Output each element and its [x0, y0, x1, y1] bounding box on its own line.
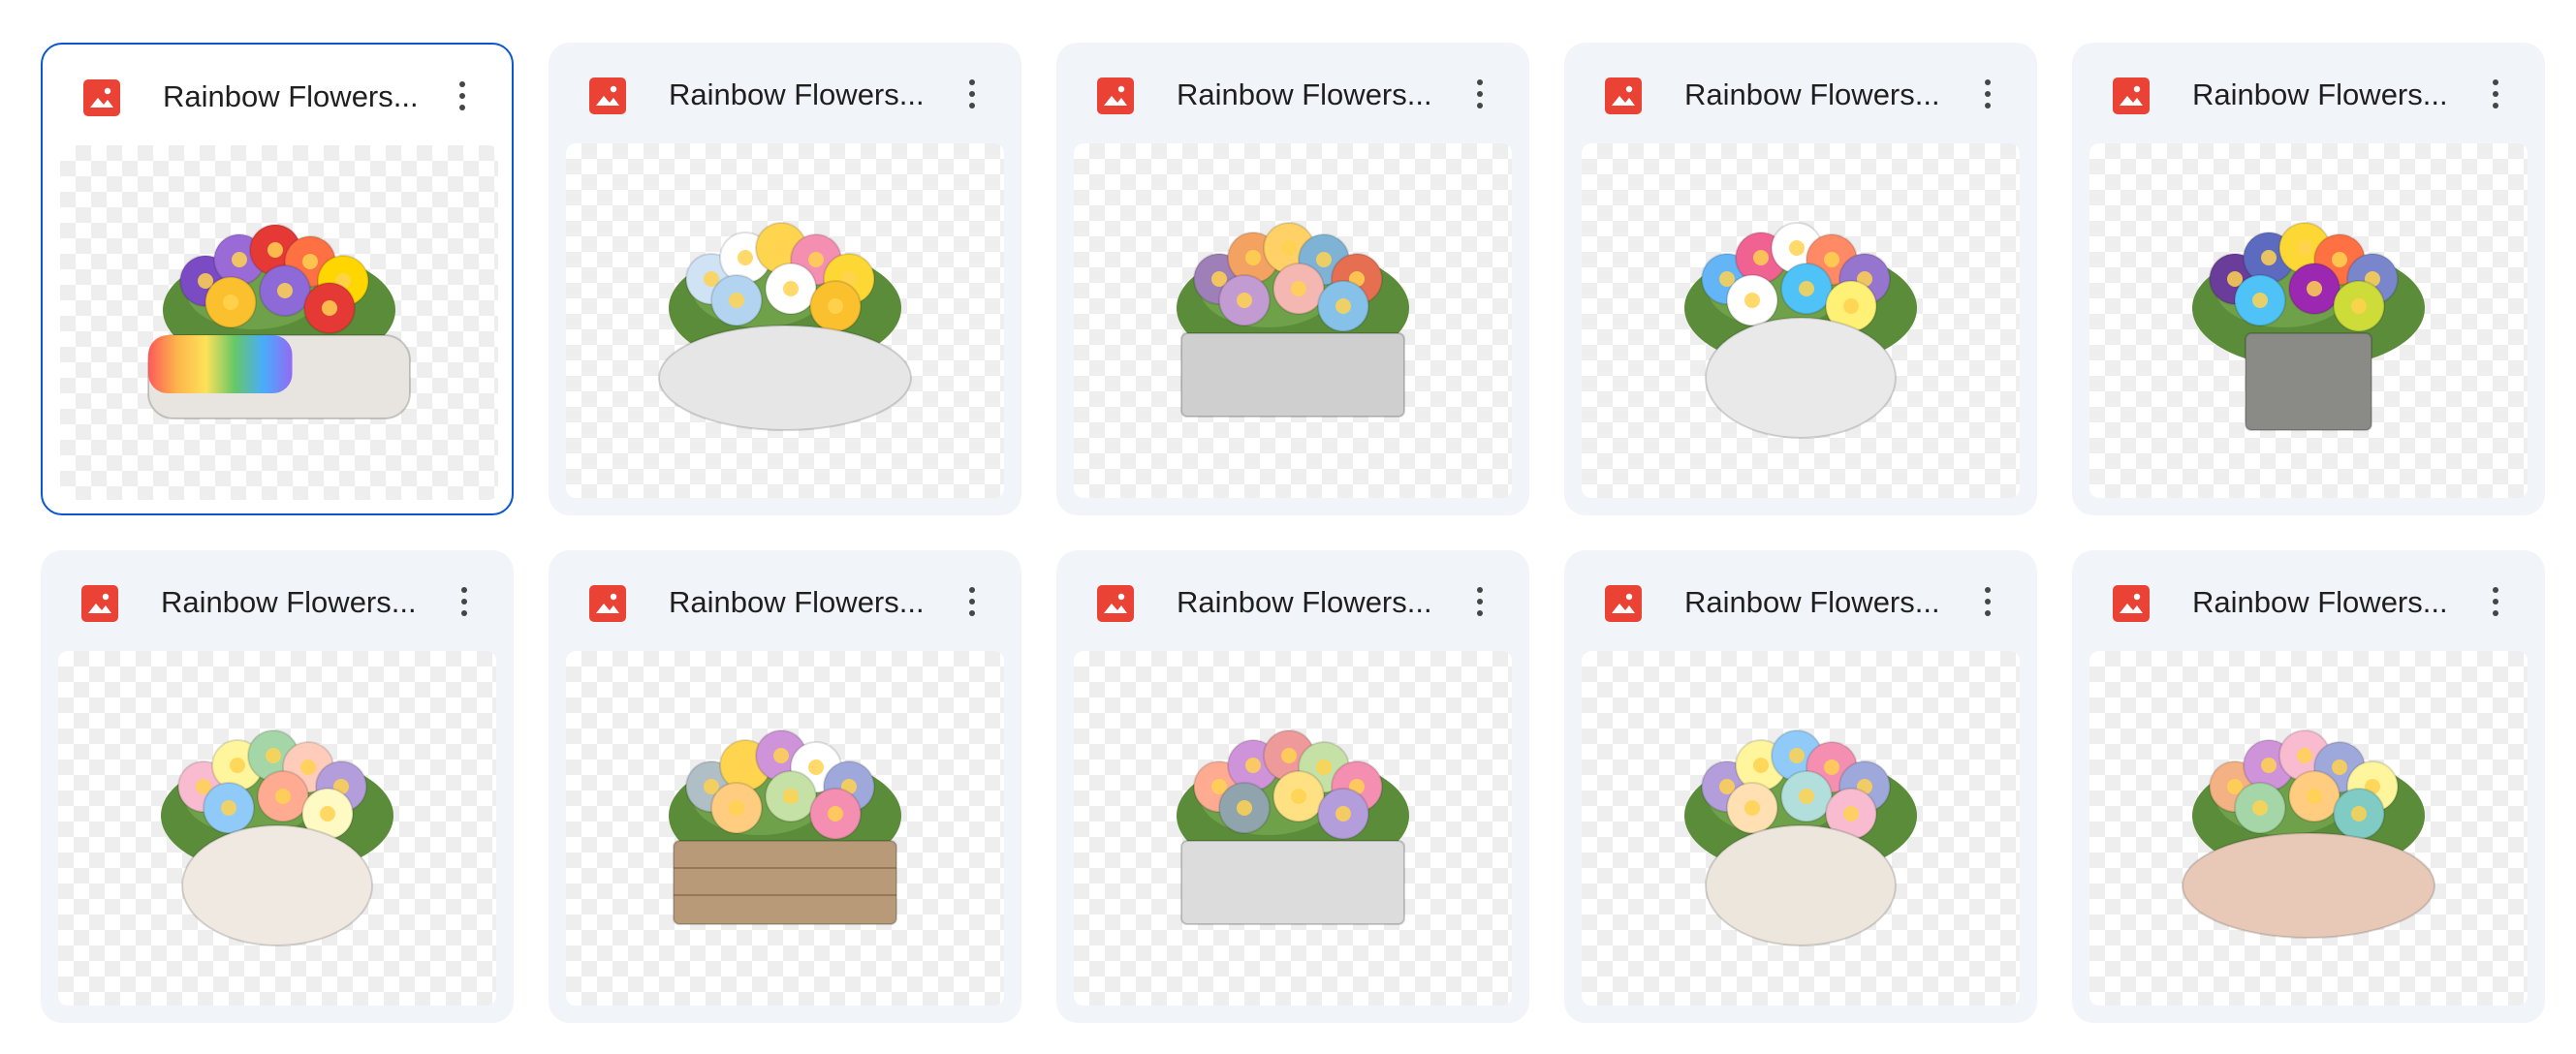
image-file-icon — [1097, 585, 1134, 622]
thumbnail-preview — [1177, 729, 1409, 925]
file-card-header: Rainbow Flowers... — [2072, 43, 2545, 145]
more-vert-icon — [438, 575, 490, 628]
image-file-icon — [1605, 585, 1642, 622]
more-options-button[interactable] — [438, 575, 490, 628]
image-thumbnail[interactable] — [1582, 651, 2020, 1006]
file-name: Rainbow Flowers... — [2192, 585, 2448, 619]
image-file-icon — [1605, 78, 1642, 114]
flower-planter-illustration — [147, 224, 411, 419]
file-card-header: Rainbow Flowers... — [1564, 43, 2037, 145]
file-name: Rainbow Flowers... — [1684, 78, 1940, 111]
more-vert-icon — [2469, 575, 2522, 628]
image-thumbnail[interactable] — [58, 651, 496, 1006]
more-options-button[interactable] — [2469, 575, 2522, 628]
more-options-button[interactable] — [1454, 68, 1506, 120]
more-vert-icon — [1962, 68, 2014, 120]
thumbnail-preview — [161, 729, 393, 946]
more-options-button[interactable] — [2469, 68, 2522, 120]
image-file-icon — [589, 78, 626, 114]
image-thumbnail[interactable] — [2089, 651, 2528, 1006]
file-card[interactable]: Rainbow Flowers... — [41, 43, 514, 515]
flower-planter-illustration — [1177, 222, 1409, 418]
file-card[interactable]: Rainbow Flowers... — [549, 550, 1021, 1023]
file-card[interactable]: Rainbow Flowers... — [1056, 43, 1529, 515]
file-card[interactable]: Rainbow Flowers... — [1056, 550, 1529, 1023]
file-card[interactable]: Rainbow Flowers... — [549, 43, 1021, 515]
more-options-button[interactable] — [946, 575, 998, 628]
image-thumbnail[interactable] — [1582, 143, 2020, 498]
flower-planter-illustration — [161, 729, 393, 946]
file-card[interactable]: Rainbow Flowers... — [1564, 43, 2037, 515]
flower-planter-illustration — [658, 222, 912, 431]
more-vert-icon — [436, 70, 488, 122]
file-card-header: Rainbow Flowers... — [1564, 550, 2037, 653]
file-name: Rainbow Flowers... — [2192, 78, 2448, 111]
image-file-icon — [81, 585, 118, 622]
file-name: Rainbow Flowers... — [669, 585, 925, 619]
file-card-header: Rainbow Flowers... — [1056, 550, 1529, 653]
image-file-icon — [1097, 78, 1134, 114]
image-thumbnail[interactable] — [2089, 143, 2528, 498]
file-card-header: Rainbow Flowers... — [41, 550, 514, 653]
more-vert-icon — [946, 575, 998, 628]
thumbnail-preview — [2192, 222, 2425, 431]
thumbnail-preview — [1684, 222, 1917, 439]
file-card-header: Rainbow Flowers... — [43, 45, 512, 147]
image-thumbnail[interactable] — [566, 143, 1004, 498]
image-file-icon — [2113, 78, 2150, 114]
thumbnail-preview — [669, 729, 901, 925]
file-card-header: Rainbow Flowers... — [2072, 550, 2545, 653]
thumbnail-preview — [1177, 222, 1409, 418]
more-options-button[interactable] — [1962, 68, 2014, 120]
file-card-header: Rainbow Flowers... — [549, 550, 1021, 653]
file-card-header: Rainbow Flowers... — [549, 43, 1021, 145]
flower-planter-illustration — [1684, 729, 1917, 946]
file-card-header: Rainbow Flowers... — [1056, 43, 1529, 145]
more-options-button[interactable] — [946, 68, 998, 120]
file-card[interactable]: Rainbow Flowers... — [2072, 550, 2545, 1023]
thumbnail-preview — [1684, 729, 1917, 946]
image-thumbnail[interactable] — [566, 651, 1004, 1006]
thumbnail-preview — [2182, 729, 2435, 939]
image-thumbnail[interactable] — [1074, 651, 1512, 1006]
image-file-icon — [83, 79, 120, 116]
file-name: Rainbow Flowers... — [163, 79, 419, 113]
more-vert-icon — [2469, 68, 2522, 120]
more-options-button[interactable] — [1962, 575, 2014, 628]
image-file-icon — [2113, 585, 2150, 622]
flower-planter-illustration — [1684, 222, 1917, 439]
flower-planter-illustration — [2192, 222, 2425, 431]
flower-planter-illustration — [2182, 729, 2435, 939]
flower-planter-illustration — [1177, 729, 1409, 925]
thumbnail-preview — [658, 222, 912, 431]
image-thumbnail[interactable] — [1074, 143, 1512, 498]
more-vert-icon — [1454, 575, 1506, 628]
file-name: Rainbow Flowers... — [161, 585, 417, 619]
more-options-button[interactable] — [436, 70, 488, 122]
file-name: Rainbow Flowers... — [1177, 585, 1432, 619]
more-vert-icon — [1454, 68, 1506, 120]
file-card[interactable]: Rainbow Flowers... — [2072, 43, 2545, 515]
file-name: Rainbow Flowers... — [1684, 585, 1940, 619]
file-name: Rainbow Flowers... — [669, 78, 925, 111]
more-vert-icon — [946, 68, 998, 120]
file-name: Rainbow Flowers... — [1177, 78, 1432, 111]
file-grid: Rainbow Flowers... Rainbow Flowers... Rain… — [0, 0, 2576, 1054]
image-thumbnail[interactable] — [60, 145, 498, 500]
file-card[interactable]: Rainbow Flowers... — [1564, 550, 2037, 1023]
image-file-icon — [589, 585, 626, 622]
thumbnail-preview — [147, 224, 411, 419]
file-card[interactable]: Rainbow Flowers... — [41, 550, 514, 1023]
more-vert-icon — [1962, 575, 2014, 628]
flower-planter-illustration — [669, 729, 901, 925]
more-options-button[interactable] — [1454, 575, 1506, 628]
